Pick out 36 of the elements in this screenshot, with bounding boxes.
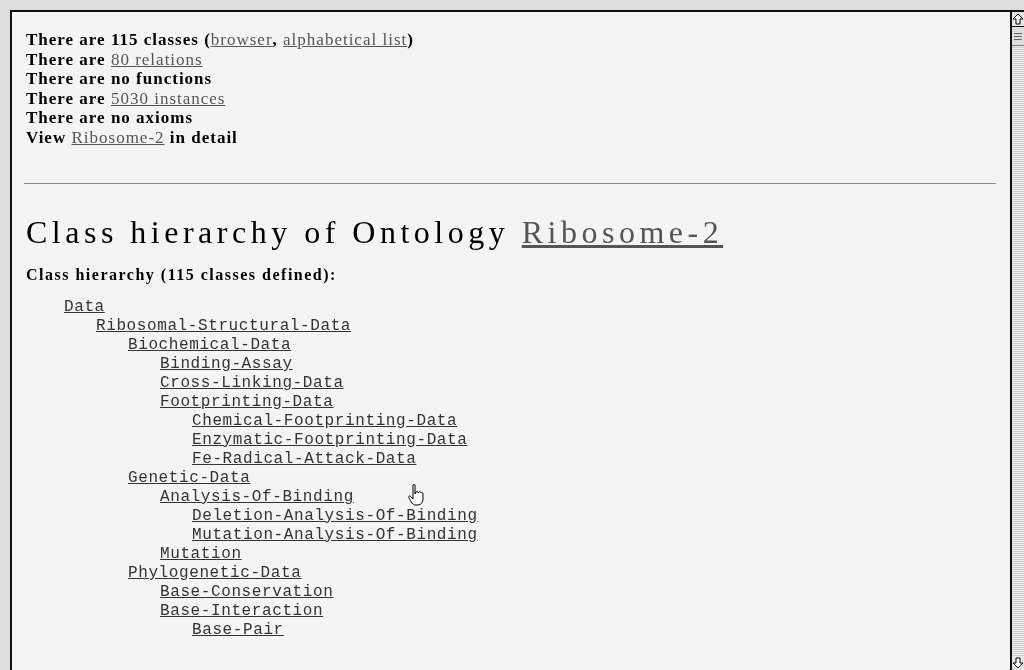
class-link[interactable]: Footprinting-Data — [160, 393, 334, 411]
summary-line: There are no axioms — [26, 108, 194, 128]
class-link[interactable]: Base-Interaction — [160, 602, 324, 620]
class-link[interactable]: Data — [64, 298, 105, 316]
link[interactable]: 80 relations — [110, 49, 203, 69]
scroll-up-icon[interactable] — [1012, 12, 1024, 26]
class-link[interactable]: Cross-Linking-Data — [160, 374, 344, 392]
summary-line: There are 115 classes (browser, alphabetical list) — [26, 30, 414, 50]
scroll-down-icon[interactable] — [1012, 656, 1024, 670]
class-link[interactable]: Deletion-Analysis-Of-Binding — [192, 507, 478, 525]
class-link[interactable]: Binding-Assay — [160, 355, 293, 373]
summary-line: There are 80 relations — [26, 49, 203, 69]
class-link[interactable]: Chemical-Footprinting-Data — [192, 412, 458, 430]
class-link[interactable]: Mutation — [160, 545, 242, 563]
link[interactable]: alphabetical list — [283, 30, 408, 49]
ontology-link[interactable]: Ribosome-2 — [521, 214, 724, 250]
summary-line: There are no functions — [26, 69, 213, 89]
scroll-thumb[interactable] — [1012, 27, 1024, 46]
class-link[interactable]: Base-Conservation — [160, 583, 334, 601]
link[interactable]: 5030 instances — [110, 88, 226, 108]
class-link[interactable]: Fe-Radical-Attack-Data — [192, 450, 417, 468]
class-link[interactable]: Mutation-Analysis-Of-Binding — [192, 526, 478, 544]
summary-line: There are 5030 instances — [26, 88, 226, 108]
class-link[interactable]: Biochemical-Data — [128, 336, 292, 354]
class-link[interactable]: Analysis-Of-Binding — [160, 488, 354, 506]
class-link[interactable]: Ribosomal-Structural-Data — [96, 317, 352, 335]
class-link[interactable]: Enzymatic-Footprinting-Data — [192, 431, 468, 449]
class-link[interactable]: Genetic-Data — [128, 469, 251, 487]
summary-line: View Ribosome-2 in detail — [26, 127, 238, 147]
hand-cursor-icon — [408, 484, 424, 506]
class-link[interactable]: Base-Pair — [192, 621, 284, 639]
link[interactable]: browser — [210, 30, 273, 49]
class-link[interactable]: Phylogenetic-Data — [128, 564, 302, 582]
page-heading: Class hierarchy of Ontology Ribosome-2 — [26, 213, 724, 252]
section-label: Class hierarchy (115 classes defined): — [26, 266, 337, 284]
link[interactable]: Ribosome-2 — [71, 127, 165, 147]
